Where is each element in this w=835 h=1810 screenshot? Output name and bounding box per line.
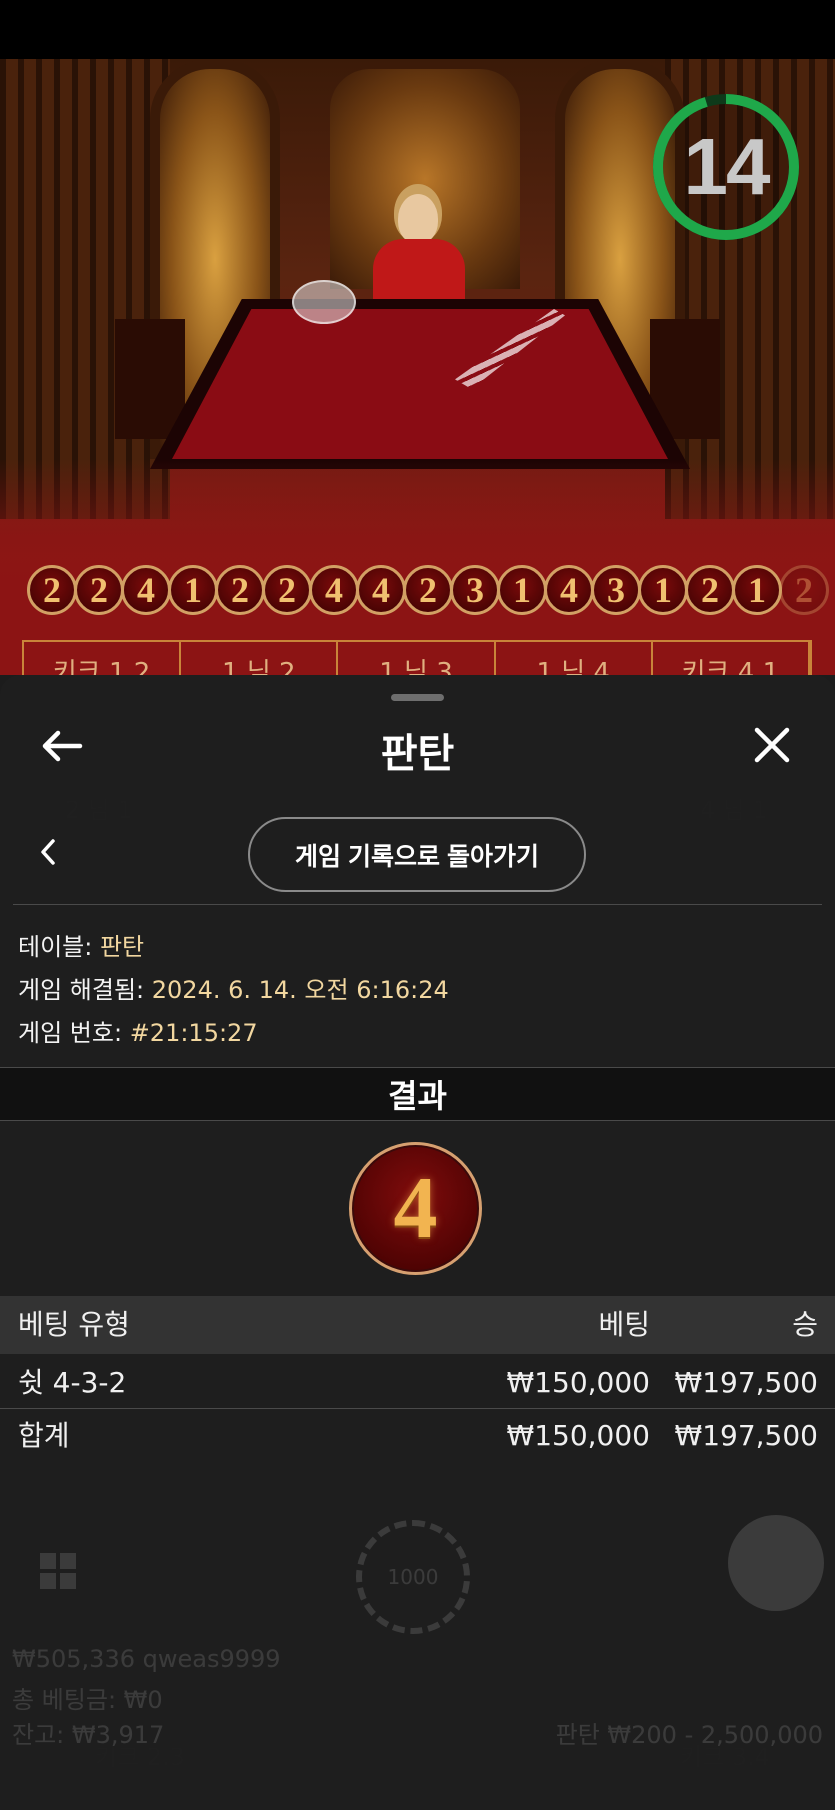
resolved-label: 게임 해결됨: <box>18 976 145 1004</box>
column-header-bet: 베팅 <box>598 1308 650 1341</box>
result-history: 22412244231431212 <box>27 565 829 615</box>
total-bet-text: 총 베팅금: ₩0 <box>12 1686 163 1714</box>
countdown-value: 14 <box>683 122 771 211</box>
game-table-felt <box>172 309 668 459</box>
history-ball: 2 <box>685 565 735 615</box>
menu-button <box>728 1515 824 1611</box>
win-amount: ₩197,500 <box>674 1366 818 1399</box>
scene-stand-left <box>115 319 185 439</box>
column-header-type: 베팅 유형 <box>18 1308 130 1341</box>
glass-dome <box>292 280 356 324</box>
balance-text: ₩505,336 qweas9999 <box>12 1645 281 1673</box>
total-label: 합계 <box>18 1419 70 1452</box>
history-ball: 2 <box>262 565 312 615</box>
bets-table-header: 베팅 유형 베팅 승 <box>0 1296 835 1354</box>
history-ball: 2 <box>27 565 77 615</box>
sheet-title: 판탄 <box>380 731 455 777</box>
grid-icon <box>38 1551 78 1591</box>
table-limits-text: 판탄 ₩200 - 2,500,000 <box>555 1721 823 1749</box>
total-bet: ₩150,000 <box>506 1419 650 1452</box>
chip-button: 1000 <box>356 1520 470 1634</box>
history-ball: 2 <box>779 565 829 615</box>
result-heading: 결과 <box>0 1067 835 1121</box>
history-ball: 1 <box>732 565 782 615</box>
history-ball: 4 <box>356 565 406 615</box>
history-ball: 1 <box>168 565 218 615</box>
dealer-head <box>398 194 438 244</box>
history-ball: 4 <box>309 565 359 615</box>
game-detail-sheet: 판탄 게임 기록으로 돌아가기 테이블: 판탄 게임 해결됨: 2024. 6.… <box>0 675 835 1810</box>
table-value: 판탄 <box>99 933 145 961</box>
chip-value: 1000 <box>387 1565 439 1589</box>
game-number-value: #21:15:27 <box>129 1019 258 1047</box>
table-info: 테이블: 판탄 <box>18 927 144 962</box>
divider <box>13 904 822 905</box>
scene-wall-left <box>0 59 170 519</box>
history-ball: 2 <box>403 565 453 615</box>
resolved-value: 2024. 6. 14. 오전 6:16:24 <box>151 976 449 1004</box>
back-to-history-button[interactable]: 게임 기록으로 돌아가기 <box>248 817 586 892</box>
bet-type: 쉿 4-3-2 <box>18 1366 127 1399</box>
chevron-left-icon[interactable] <box>36 837 60 867</box>
close-icon[interactable] <box>752 725 792 765</box>
balance2-text: 잔고: ₩3,917 <box>12 1721 165 1749</box>
history-ball: 1 <box>497 565 547 615</box>
result-value: 4 <box>393 1160 438 1257</box>
total-win: ₩197,500 <box>674 1419 818 1452</box>
total-row: 합계 ₩150,000 ₩197,500 <box>0 1410 835 1462</box>
resolved-info: 게임 해결됨: 2024. 6. 14. 오전 6:16:24 <box>18 970 449 1005</box>
history-ball: 3 <box>591 565 641 615</box>
game-number-info: 게임 번호: #21:15:27 <box>18 1013 258 1048</box>
table-label: 테이블: <box>18 933 93 961</box>
status-bar <box>0 0 835 59</box>
game-number-label: 게임 번호: <box>18 1019 123 1047</box>
bet-amount: ₩150,000 <box>506 1366 650 1399</box>
history-ball: 4 <box>544 565 594 615</box>
result-coin: 4 <box>349 1142 482 1275</box>
history-ball: 1 <box>638 565 688 615</box>
divider <box>0 1408 835 1409</box>
column-header-win: 승 <box>792 1308 818 1341</box>
drag-handle[interactable] <box>391 694 444 701</box>
history-ball: 2 <box>74 565 124 615</box>
history-ball: 4 <box>121 565 171 615</box>
table-row: 쉿 4-3-2 ₩150,000 ₩197,500 <box>0 1357 835 1409</box>
history-ball: 3 <box>450 565 500 615</box>
history-ball: 2 <box>215 565 265 615</box>
bet-area-row: 키크 1.2 1 님 21 님 31 님 4 키크 4.1 <box>22 640 812 688</box>
